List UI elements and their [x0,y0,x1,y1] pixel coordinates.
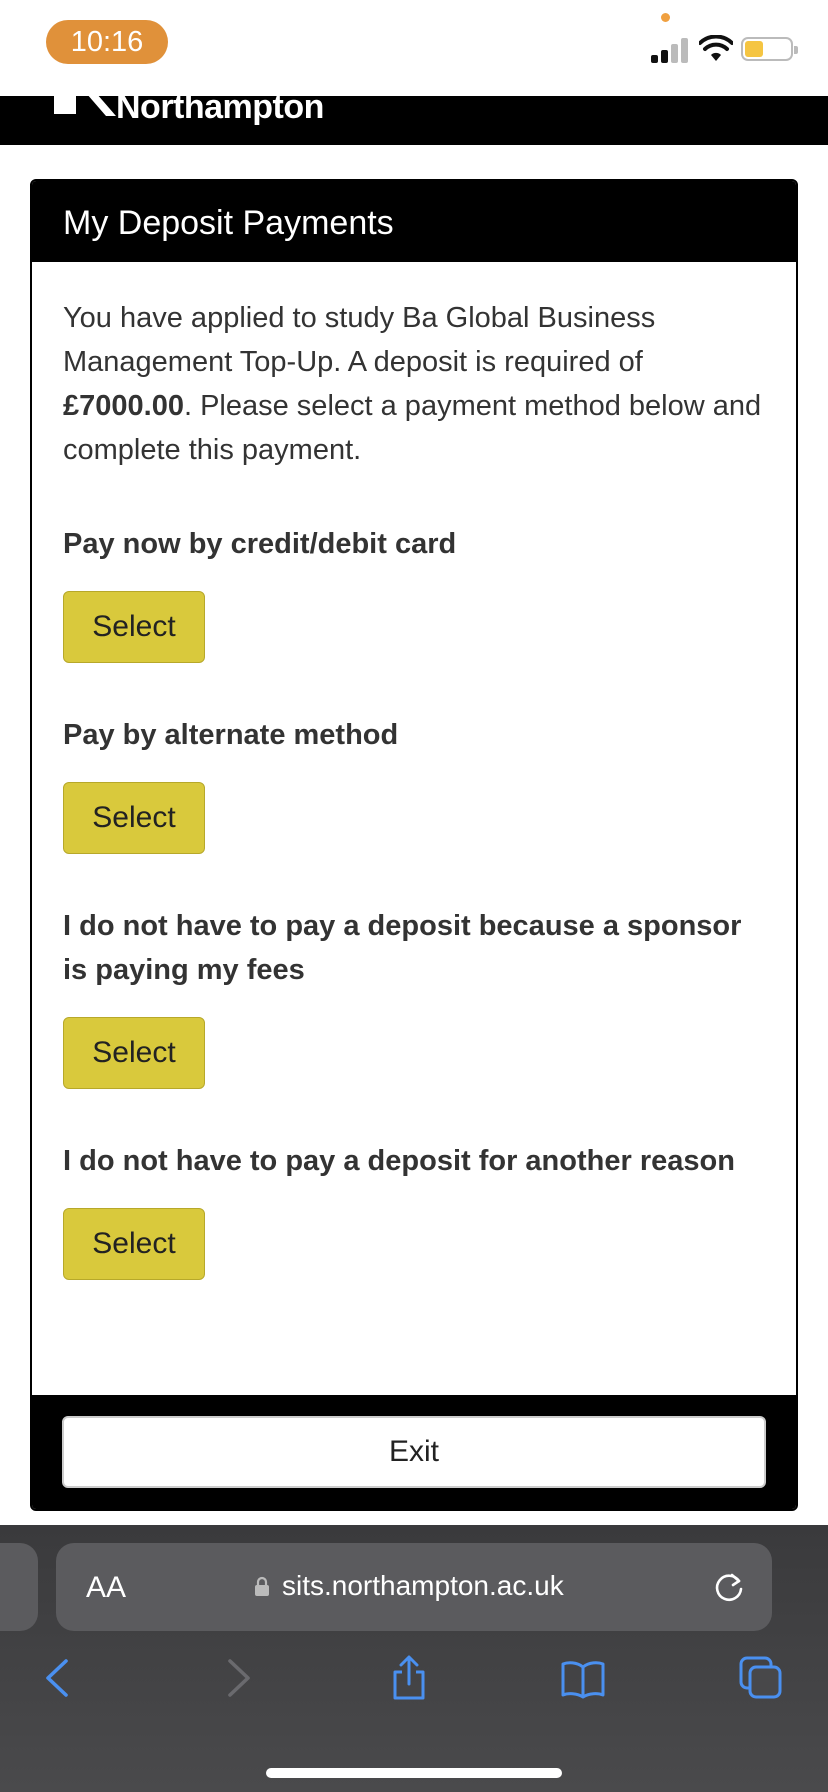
option-alternate-method: Pay by alternate method Select [63,713,765,854]
privacy-indicator [661,13,670,22]
site-header: Northampton [0,96,828,145]
panel-title: My Deposit Payments [32,181,796,262]
option-title: I do not have to pay a deposit because a… [63,910,742,986]
option-sponsor-paying: I do not have to pay a deposit because a… [63,904,765,1089]
wifi-icon [699,35,733,61]
status-bar: 10:16 [0,0,828,96]
option-other-reason: I do not have to pay a deposit for anoth… [63,1139,765,1280]
select-card-payment-button[interactable]: Select [63,591,205,663]
select-other-reason-button[interactable]: Select [63,1208,205,1280]
address-bar[interactable]: AA sits.northampton.ac.uk [56,1543,772,1631]
signal-icon [651,37,691,63]
logo-mark [54,96,76,114]
logo-n-icon [88,96,116,116]
select-alternate-method-button[interactable]: Select [63,782,205,854]
panel-body: You have applied to study Ba Global Busi… [32,262,796,1280]
option-title: I do not have to pay a deposit for anoth… [63,1145,735,1177]
intro-text: You have applied to study Ba Global Busi… [63,296,765,472]
url-text[interactable]: sits.northampton.ac.uk [282,1570,564,1602]
home-indicator[interactable] [266,1768,562,1778]
lock-icon [255,1576,269,1596]
status-time: 10:16 [46,20,168,64]
option-title: Pay by alternate method [63,719,399,751]
exit-button[interactable]: Exit [62,1416,766,1488]
logo-text: Northampton [116,96,324,126]
battery-icon [741,37,798,61]
previous-tab-peek[interactable] [0,1543,38,1631]
back-icon[interactable] [36,1655,82,1701]
intro-text-start: You have applied to study Ba Global Busi… [63,302,656,378]
share-icon[interactable] [386,1655,432,1701]
panel-footer: Exit [32,1395,796,1509]
deposit-amount: £7000.00 [63,390,184,422]
select-sponsor-button[interactable]: Select [63,1017,205,1089]
tabs-icon[interactable] [738,1655,784,1701]
text-size-button[interactable]: AA [86,1571,126,1605]
reload-icon[interactable] [710,1567,748,1605]
browser-chrome: AA sits.northampton.ac.uk [0,1525,828,1792]
browser-toolbar [0,1655,828,1725]
deposit-panel: My Deposit Payments You have applied to … [30,179,798,1511]
option-title: Pay now by credit/debit card [63,528,457,560]
bookmarks-icon[interactable] [560,1655,606,1701]
forward-icon[interactable] [214,1655,260,1701]
option-card-payment: Pay now by credit/debit card Select [63,522,765,663]
